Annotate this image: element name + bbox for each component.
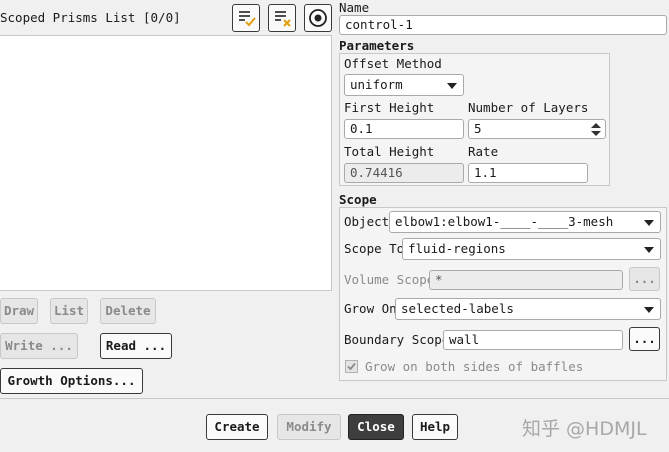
rate-label: Rate bbox=[468, 144, 499, 159]
volume-scope-label: Volume Scope bbox=[344, 272, 435, 287]
create-button[interactable]: Create bbox=[206, 414, 268, 440]
target-button[interactable] bbox=[304, 4, 332, 32]
watermark: 知乎 @HDMJL bbox=[522, 418, 647, 440]
draw-button[interactable]: Draw bbox=[0, 298, 38, 324]
parameters-title: Parameters bbox=[339, 38, 415, 53]
grow-on-dropdown[interactable]: selected-labels bbox=[395, 298, 661, 320]
scope-to-label: Scope To bbox=[344, 241, 405, 256]
object-dropdown[interactable]: elbow1:elbow1-____-____3-mesh bbox=[389, 211, 661, 233]
delete-button[interactable]: Delete bbox=[100, 298, 156, 324]
number-of-layers-value: 5 bbox=[474, 121, 482, 136]
number-of-layers-input[interactable]: 5 bbox=[468, 119, 606, 139]
rate-input[interactable]: 1.1 bbox=[468, 163, 588, 183]
number-of-layers-label: Number of Layers bbox=[468, 100, 589, 115]
chevron-down-icon bbox=[644, 220, 654, 226]
total-height-label: Total Height bbox=[344, 144, 435, 159]
help-button[interactable]: Help bbox=[412, 414, 458, 440]
boundary-scope-browse-button[interactable]: ... bbox=[629, 327, 660, 351]
scope-to-dropdown[interactable]: fluid-regions bbox=[402, 238, 661, 260]
modify-button[interactable]: Modify bbox=[277, 414, 341, 440]
scope-to-value: fluid-regions bbox=[408, 241, 506, 256]
offset-method-dropdown[interactable]: uniform bbox=[344, 74, 464, 96]
grow-on-value: selected-labels bbox=[401, 301, 514, 316]
chevron-down-icon bbox=[644, 307, 654, 313]
volume-scope-browse-button[interactable]: ... bbox=[629, 267, 660, 291]
deselect-all-icon bbox=[275, 11, 291, 27]
deselect-all-button[interactable] bbox=[268, 4, 296, 32]
chevron-down-icon bbox=[644, 247, 654, 253]
object-value: elbow1:elbow1-____-____3-mesh bbox=[395, 214, 614, 229]
name-label: Name bbox=[339, 0, 370, 15]
read-button[interactable]: Read ... bbox=[100, 333, 172, 359]
checkmark-icon bbox=[347, 362, 356, 371]
boundary-scope-input[interactable]: wall bbox=[443, 330, 623, 350]
select-all-button[interactable] bbox=[232, 4, 260, 32]
select-all-icon bbox=[239, 11, 256, 27]
first-height-input[interactable]: 0.1 bbox=[344, 119, 464, 139]
footer-divider bbox=[0, 398, 669, 399]
scope-group bbox=[339, 207, 667, 381]
boundary-scope-label: Boundary Scope bbox=[344, 332, 450, 347]
total-height-field: 0.74416 bbox=[344, 163, 464, 183]
spin-up-icon[interactable] bbox=[591, 123, 601, 128]
volume-scope-field: * bbox=[429, 270, 623, 290]
scoped-prisms-list-title: Scoped Prisms List [0/0] bbox=[0, 10, 181, 25]
close-button[interactable]: Close bbox=[348, 414, 404, 440]
offset-method-label: Offset Method bbox=[344, 56, 442, 71]
object-label: Object bbox=[344, 214, 390, 229]
scope-title: Scope bbox=[339, 192, 377, 207]
first-height-label: First Height bbox=[344, 100, 435, 115]
growth-options-button[interactable]: Growth Options... bbox=[0, 368, 143, 394]
baffles-label: Grow on both sides of baffles bbox=[365, 359, 584, 374]
grow-on-label: Grow On bbox=[344, 301, 397, 316]
name-input[interactable]: control-1 bbox=[339, 15, 667, 35]
write-button[interactable]: Write ... bbox=[0, 333, 78, 359]
baffles-checkbox[interactable] bbox=[345, 360, 358, 373]
chevron-down-icon bbox=[447, 83, 457, 89]
offset-method-value: uniform bbox=[350, 77, 403, 92]
scoped-prisms-listbox[interactable] bbox=[0, 35, 332, 291]
target-icon bbox=[309, 9, 327, 27]
spin-down-icon[interactable] bbox=[591, 131, 601, 136]
list-button[interactable]: List bbox=[50, 298, 88, 324]
